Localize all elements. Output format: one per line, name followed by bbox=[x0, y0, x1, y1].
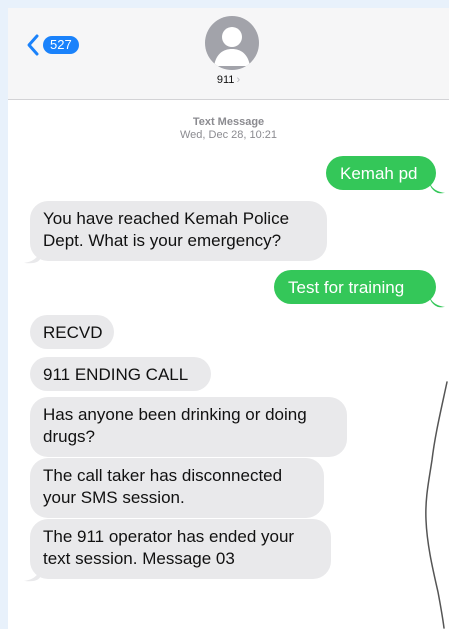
message-text-line: Has anyone been drinking or doing bbox=[43, 405, 307, 424]
contact-avatar[interactable] bbox=[205, 16, 259, 70]
contact-name: 911 bbox=[216, 74, 235, 86]
service-label: Text Message bbox=[192, 116, 265, 128]
bubble-tail bbox=[429, 292, 445, 308]
message-text-line: your SMS session. bbox=[43, 488, 185, 507]
outgoing-message[interactable]: Test for training bbox=[274, 270, 436, 304]
unread-count-badge: 527 bbox=[43, 36, 79, 54]
message-text: Kemah pd bbox=[340, 164, 418, 183]
message-text: 911 ENDING CALL bbox=[43, 365, 189, 384]
conversation-header: 527 911 › bbox=[8, 8, 449, 100]
outgoing-message[interactable]: Kemah pd bbox=[326, 156, 436, 190]
bubble-tail bbox=[429, 178, 445, 194]
incoming-message[interactable]: The call taker has disconnected your SMS… bbox=[30, 458, 324, 518]
incoming-message[interactable]: You have reached Kemah Police Dept. What… bbox=[30, 201, 327, 261]
person-avatar-icon bbox=[214, 27, 250, 66]
thread-metadata: Text Message Wed, Dec 28, 10:21 bbox=[8, 116, 449, 142]
contact-name-link[interactable]: 911 › bbox=[8, 74, 449, 86]
message-text-line: text session. Message 03 bbox=[43, 549, 235, 568]
message-text-line: You have reached Kemah Police bbox=[43, 209, 290, 228]
incoming-message[interactable]: RECVD bbox=[30, 315, 114, 349]
back-button[interactable]: 527 bbox=[26, 32, 79, 58]
thread-timestamp: Wed, Dec 28, 10:21 bbox=[179, 129, 278, 141]
incoming-message[interactable]: The 911 operator has ended your text ses… bbox=[30, 519, 331, 579]
messages-screen: 527 911 › Text Message Wed, Dec 28, 10:21… bbox=[8, 8, 449, 629]
incoming-message[interactable]: 911 ENDING CALL bbox=[30, 357, 211, 391]
message-text-line: The call taker has disconnected bbox=[43, 466, 283, 485]
incoming-message[interactable]: Has anyone been drinking or doing drugs? bbox=[30, 397, 347, 457]
message-text: RECVD bbox=[43, 323, 103, 342]
bubble-tail bbox=[24, 566, 40, 582]
chevron-left-icon bbox=[27, 34, 39, 56]
message-text-line: Dept. What is your emergency? bbox=[43, 231, 282, 250]
markup-scribble bbox=[425, 381, 448, 629]
message-text-line: drugs? bbox=[43, 427, 95, 446]
bubble-tail bbox=[24, 248, 40, 264]
message-text-line: The 911 operator has ended your bbox=[43, 527, 295, 546]
message-text: Test for training bbox=[288, 278, 405, 297]
chevron-right-icon: › bbox=[236, 74, 241, 86]
